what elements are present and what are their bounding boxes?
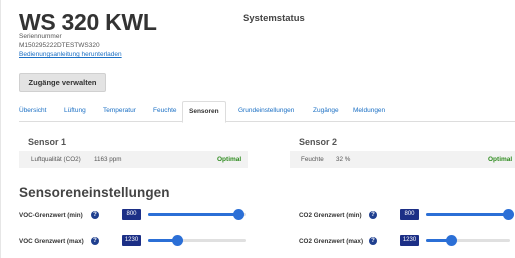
slider-thumb[interactable] (172, 235, 183, 246)
help-icon[interactable]: ? (91, 237, 99, 245)
slider-fill (426, 213, 508, 216)
help-icon[interactable]: ? (369, 237, 377, 245)
settings-title: Sensoreneinstellungen (19, 185, 170, 200)
tab-zugaenge[interactable]: Zugänge (313, 101, 339, 122)
co2-min-label: CO2 Grenzwert (min) (299, 212, 362, 219)
voc-min-slider[interactable] (148, 209, 246, 220)
manual-download-link[interactable]: Bedienungsanleitung herunterladen (19, 51, 122, 58)
serial-number-label: Seriennummer (19, 33, 62, 40)
co2-min-slider[interactable] (426, 209, 514, 220)
tab-grundeinstellungen[interactable]: Grundeinstellungen (238, 101, 294, 122)
tab-feuchte[interactable]: Feuchte (153, 101, 177, 122)
sensor-1-status: Optimal (217, 156, 242, 163)
co2-max-label: CO2 Grenzwert (max) (299, 238, 364, 245)
voc-max-label: VOC Grenzwert (max) (19, 238, 84, 245)
sensor-1-value: 1163 ppm (94, 156, 122, 163)
slider-fill (148, 213, 238, 216)
tab-sensoren[interactable]: Sensoren (182, 101, 226, 123)
tab-temperatur[interactable]: Temperatur (103, 101, 136, 122)
voc-min-value[interactable]: 800 (122, 209, 141, 220)
co2-max-value[interactable]: 1230 (400, 235, 419, 246)
sensor-2-label: Feuchte (301, 156, 324, 163)
slider-thumb[interactable] (233, 209, 244, 220)
sensor-2-status: Optimal (488, 156, 513, 163)
sensor-2-value: 32 % (336, 156, 351, 163)
tab-uebersicht[interactable]: Übersicht (19, 101, 46, 122)
tab-lueftung[interactable]: Lüftung (64, 101, 86, 122)
sensor-1-label: Luftqualität (CO2) (31, 156, 81, 163)
voc-max-value[interactable]: 1230 (122, 235, 141, 246)
manage-access-button[interactable]: Zugänge verwalten (19, 73, 106, 92)
voc-min-label: VOC-Grenzwert (min) (19, 212, 83, 219)
page-title: Systemstatus (243, 13, 305, 24)
status-page: WS 320 KWL Systemstatus Seriennummer M15… (0, 0, 515, 258)
help-icon[interactable]: ? (369, 211, 377, 219)
serial-number-value: M150295222DTESTWS320 (19, 42, 100, 49)
device-title: WS 320 KWL (19, 9, 157, 35)
co2-min-value[interactable]: 800 (400, 209, 419, 220)
slider-thumb[interactable] (503, 209, 514, 220)
sensor-1-row: Luftqualität (CO2) 1163 ppm Optimal (19, 151, 248, 168)
tab-bar: Übersicht Lüftung Temperatur Feuchte Sen… (19, 101, 515, 123)
tab-meldungen[interactable]: Meldungen (353, 101, 385, 122)
voc-max-slider[interactable] (148, 235, 246, 246)
sensor-2-title: Sensor 2 (299, 137, 338, 147)
slider-thumb[interactable] (446, 235, 457, 246)
co2-max-slider[interactable] (426, 235, 510, 246)
help-icon[interactable]: ? (91, 211, 99, 219)
sensor-2-row: Feuchte 32 % Optimal (290, 151, 515, 168)
sensor-1-title: Sensor 1 (28, 137, 67, 147)
